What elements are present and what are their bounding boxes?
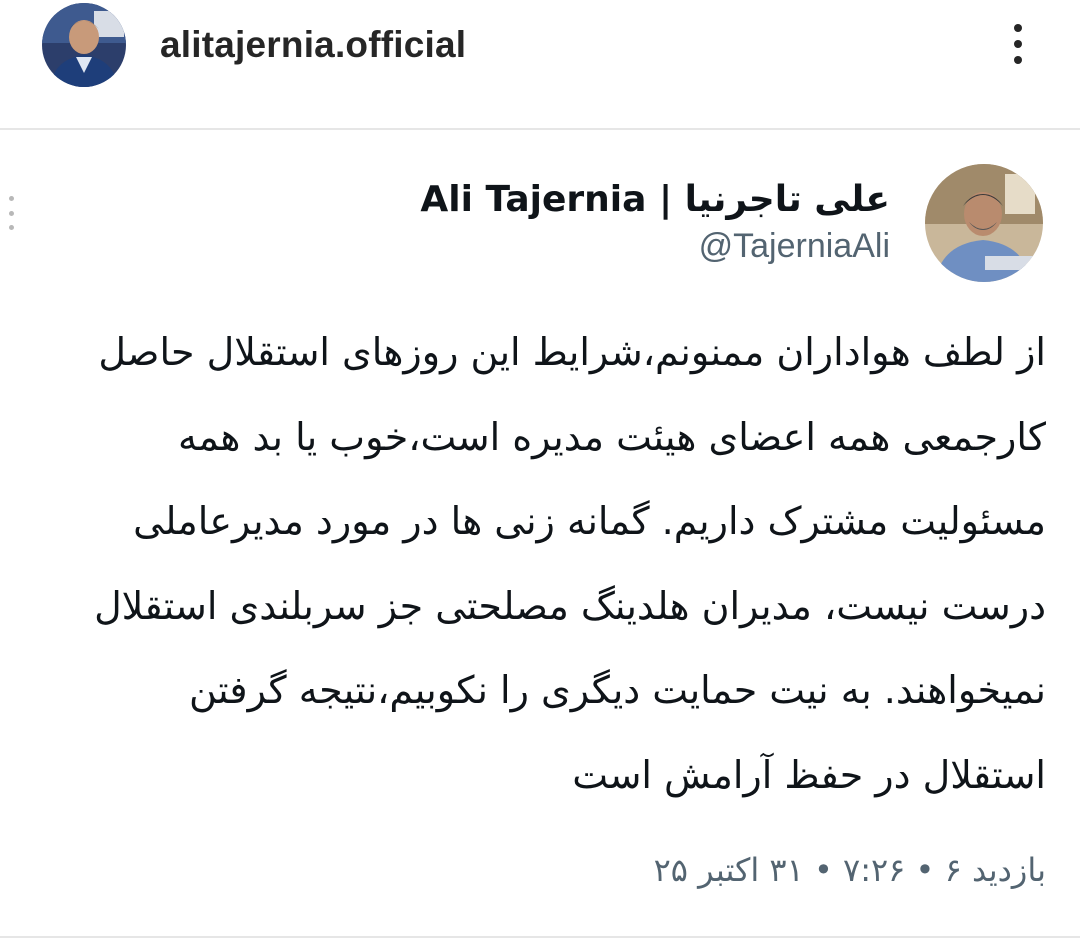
vertical-ellipsis-icon[interactable] [1000,18,1036,70]
tweet-text-line: کارجمعی همه اعضای هیئت مدیره است،خوب یا … [178,414,1046,459]
account-avatar[interactable] [42,3,126,87]
tweet-divider [0,936,1080,938]
tweet-metadata: بازدید ۶ • ۷:۲۶ • ۳۱ اکتبر ۲۵ [653,851,1046,889]
tweet-display-name[interactable]: علی تاجرنیا | Ali Tajernia [420,176,890,224]
profile-photo-icon [925,164,1043,282]
tweet-text: از لطف هواداران ممنونم،شرایط این روزهای … [24,310,1046,817]
tweet-text-line: درست نیست، مدیران هلدینگ مصلحتی جز سربلن… [94,583,1046,628]
tweet-handle[interactable]: @TajerniaAli [699,224,890,268]
header-divider [0,128,1080,130]
tweet-text-line: استقلال در حفظ آرامش است [572,752,1046,797]
tweet-text-line: نمیخواهند. به نیت حمایت دیگری را نکوبیم،… [189,668,1046,712]
drag-handle-icon[interactable] [7,196,15,230]
post-header: alitajernia.official [0,0,1080,128]
tweet-avatar[interactable] [925,164,1043,282]
tweet-text-line: از لطف هواداران ممنونم،شرایط این روزهای … [98,330,1046,374]
tweet-text-line: مسئولیت مشترک داریم. گمانه زنی ها در مور… [133,499,1046,543]
profile-photo-icon [42,3,126,87]
account-username[interactable]: alitajernia.official [160,22,466,68]
